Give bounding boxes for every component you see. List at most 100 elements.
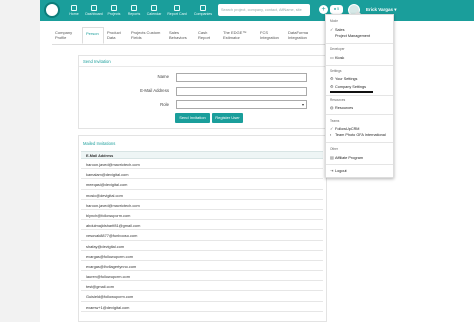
menu-item-kiosk-label: Kiosk	[335, 56, 345, 60]
main-nav: Home Dashboard Projects Reports Calendar…	[64, 0, 216, 21]
check-icon: ✓	[330, 127, 334, 131]
nav-projects[interactable]: Projects	[104, 0, 124, 21]
section-mode: Mode	[330, 19, 338, 23]
menu-item-your-settings[interactable]: ⚙ Your Settings	[330, 76, 357, 81]
send-invitation-panel: Send Invitation Name E-Mail Address Role…	[78, 55, 327, 129]
home-icon	[71, 4, 77, 11]
app-logo[interactable]	[44, 2, 60, 18]
nav-calendar[interactable]: Calendar	[144, 0, 164, 21]
table-row: evargas@followupcrm.com	[81, 251, 323, 261]
menu-item-team1-label: FollowUpCRM	[335, 127, 360, 131]
companies-icon	[200, 4, 206, 11]
column-header-email: E-Mail Address	[81, 151, 323, 159]
logout-icon: ⇥	[330, 169, 334, 173]
register-user-button[interactable]: Register User	[212, 113, 243, 123]
table-row: meeqasi@devigital.com	[81, 179, 323, 190]
divider	[326, 114, 393, 115]
menu-item-company-settings-label: Company Settings	[335, 85, 367, 89]
menu-item-team-followupcrm[interactable]: ✓ FollowUpCRM	[330, 126, 359, 131]
section-other: Other	[330, 147, 338, 151]
tab-person[interactable]: Person	[82, 27, 104, 44]
table-row: vesovak8877@funbooso.com	[81, 230, 323, 241]
menu-item-resources-label: Resources	[335, 106, 354, 110]
send-invitation-button[interactable]: Send Invitation	[175, 113, 210, 123]
tab-product-data[interactable]: Product Data	[104, 27, 128, 44]
divider	[326, 142, 393, 143]
name-input[interactable]	[176, 73, 307, 82]
gear-icon: ⚙	[330, 77, 334, 81]
menu-item-logout[interactable]: ⇥ Logout	[330, 168, 347, 173]
menu-item-sales-label: Sales	[335, 28, 345, 32]
reports-icon	[131, 4, 137, 11]
menu-item-sales[interactable]: ✓ Sales	[330, 27, 345, 32]
email-input[interactable]	[176, 87, 307, 96]
add-button[interactable]: +	[319, 5, 328, 14]
company-settings-underline	[330, 91, 373, 93]
nav-reports[interactable]: Reports	[124, 0, 144, 21]
report-card-icon	[174, 4, 180, 11]
nav-companies[interactable]: Companies	[190, 0, 216, 21]
menu-item-your-settings-label: Your Settings	[335, 77, 358, 81]
tab-sales-behaviors[interactable]: Sales Behaviors	[166, 27, 195, 44]
table-row: shafay@devigital.com	[81, 241, 323, 251]
image-icon: ▪	[330, 133, 332, 137]
table-row: mosic@devigital.com	[81, 190, 323, 200]
send-invitation-title: Send Invitation	[79, 56, 326, 67]
divider	[326, 43, 393, 44]
mailed-invitations-title: Mailed Invitations	[83, 141, 116, 146]
table-row: haroon.javed@mavrictech.com	[81, 159, 323, 170]
menu-item-team-gfa[interactable]: ▪ Team Photo GFA International	[330, 133, 386, 137]
table-row: abdulmajidsharif81@gmail.com	[81, 220, 323, 231]
dashboard-icon	[91, 4, 97, 11]
role-label: Role	[160, 102, 169, 107]
settings-tabs: Company Profile Person Product Data Proj…	[52, 27, 328, 45]
chevron-down-icon: ▾	[301, 102, 304, 107]
tab-dataforma-integration[interactable]: DataForma Integration	[285, 27, 325, 44]
tab-company-profile[interactable]: Company Profile	[52, 27, 82, 44]
nav-dashboard[interactable]: Dashboard	[84, 0, 104, 21]
section-resources: Resources	[330, 98, 346, 102]
kiosk-icon: ▭	[330, 56, 334, 60]
table-row: Guisield@followupcrm.com	[81, 291, 323, 302]
search-input[interactable]: Search project, company, contact, AffNam…	[218, 4, 310, 16]
table-row: haroon.javed@mavrictech.com	[81, 200, 323, 210]
user-menu-toggle[interactable]: Erick Vargas ▾	[366, 7, 397, 13]
users-button[interactable]: ♣ 5	[330, 5, 343, 14]
menu-item-team2-label: Team Photo GFA International	[335, 133, 386, 137]
gear-icon: ⚙	[330, 85, 334, 89]
menu-item-resources[interactable]: ◍ Resources	[330, 105, 353, 110]
left-margin	[0, 0, 40, 322]
role-select[interactable]: ▾	[176, 100, 307, 109]
section-teams: Teams	[330, 119, 340, 123]
tab-fcs-integration[interactable]: FCS Integration	[257, 27, 285, 44]
affiliate-icon: ▤	[330, 156, 334, 160]
mailed-invitations-table: E-Mail Address haroon.javed@mavrictech.c…	[81, 151, 323, 312]
table-row: test@gmail.com	[81, 281, 323, 292]
menu-item-affiliate-label: Affiliate Program	[335, 156, 363, 160]
tab-projects-custom-fields[interactable]: Projects Custom Fields	[128, 27, 166, 44]
tab-cash-report[interactable]: Cash Report	[195, 27, 220, 44]
user-dropdown-menu: Mode ✓ Sales Project Management Developer…	[325, 11, 394, 178]
divider	[326, 164, 393, 165]
section-settings: Settings	[330, 69, 342, 73]
table-row: lauren@followupcrm.com	[81, 271, 323, 282]
check-icon: ✓	[330, 28, 334, 32]
menu-item-logout-label: Logout	[335, 169, 347, 173]
nav-report-card[interactable]: Report Card	[164, 0, 190, 21]
dropdown-caret	[354, 11, 362, 15]
nav-home[interactable]: Home	[64, 0, 84, 21]
resources-icon: ◍	[330, 106, 334, 110]
menu-item-company-settings[interactable]: ⚙ Company Settings	[330, 84, 366, 89]
tab-edge-estimator[interactable]: The EDGE™ Estimator	[220, 27, 257, 44]
section-developer: Developer	[330, 47, 345, 51]
menu-item-affiliate-program[interactable]: ▤Affiliate Program	[330, 155, 363, 160]
menu-item-project-management[interactable]: Project Management	[335, 34, 370, 38]
divider	[326, 95, 393, 96]
table-row: examw+1@devigital.com	[81, 302, 323, 312]
menu-item-kiosk[interactable]: ▭Kiosk	[330, 55, 344, 60]
table-row: kamalam@devigital.com	[81, 169, 323, 180]
table-row: evargas@lhvllagertynno.com	[81, 261, 323, 272]
divider	[326, 65, 393, 66]
table-row: blynch@followupcrm.com	[81, 210, 323, 221]
mailed-invitations-panel: Mailed Invitations E-Mail Address haroon…	[78, 135, 327, 322]
